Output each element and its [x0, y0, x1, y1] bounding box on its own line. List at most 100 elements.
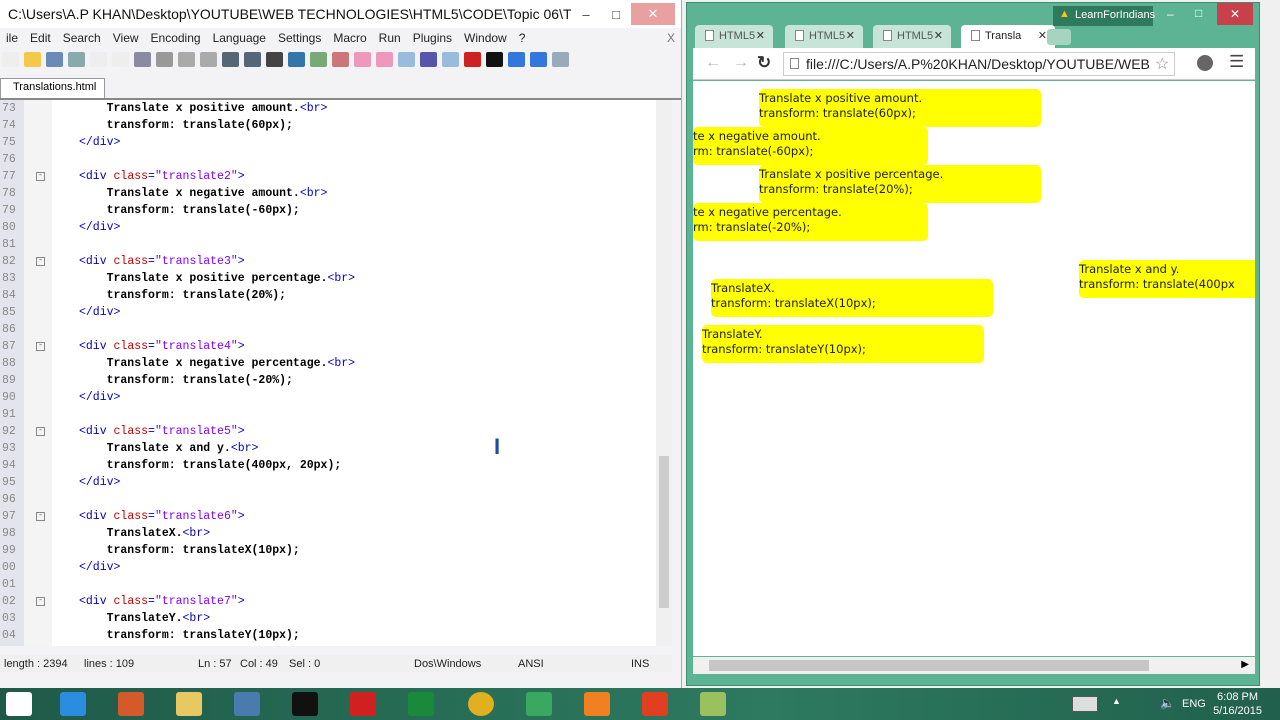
chrome-icon[interactable]	[468, 692, 494, 716]
close-tab-icon[interactable]: ✕	[1038, 29, 1047, 42]
code-line[interactable]: 97 - <div class="translate6">	[0, 508, 650, 525]
fold-toggle-icon[interactable]: -	[36, 597, 45, 606]
menu-ile[interactable]: ile	[0, 31, 24, 45]
toolbar-button-icon[interactable]	[200, 51, 217, 67]
code-line[interactable]: 84 transform: translate(20%);	[0, 287, 650, 304]
code-line[interactable]: 92 - <div class="translate5">	[0, 423, 650, 440]
horizontal-scrollbar[interactable]: ▶	[693, 657, 1255, 674]
toolbar-button-icon[interactable]	[398, 51, 415, 67]
menu-icon[interactable]: ☰	[1229, 52, 1244, 72]
toolbar-button-icon[interactable]	[46, 51, 63, 67]
toolbar-button-icon[interactable]	[552, 51, 569, 67]
app-icon[interactable]	[642, 692, 668, 716]
toolbar-button-icon[interactable]	[112, 51, 129, 67]
code-line[interactable]: 03 TranslateY.<br>	[0, 610, 650, 627]
code-line[interactable]: 79 transform: translate(-60px);	[0, 202, 650, 219]
code-line[interactable]: 73 Translate x positive amount.<br>	[0, 100, 650, 117]
code-line[interactable]: 80 </div>	[0, 219, 650, 236]
menu-run[interactable]: Run	[373, 31, 407, 45]
store-icon[interactable]	[408, 692, 434, 716]
address-bar[interactable]: file:///C:/Users/A.P%20KHAN/Desktop/YOUT…	[783, 52, 1175, 76]
toolbar-button-icon[interactable]	[68, 51, 85, 67]
toolbar-button-icon[interactable]	[354, 51, 371, 67]
menu-search[interactable]: Search	[57, 31, 107, 45]
maximize-button[interactable]: □	[1195, 6, 1202, 20]
language-indicator[interactable]: ENG	[1182, 698, 1206, 710]
menu-language[interactable]: Language	[207, 31, 272, 45]
minimize-button[interactable]: –	[571, 7, 601, 22]
menu-plugins[interactable]: Plugins	[407, 31, 458, 45]
code-line[interactable]: 94 transform: translate(400px, 20px);	[0, 457, 650, 474]
forward-icon[interactable]: →	[733, 54, 749, 72]
code-line[interactable]: 04 transform: translateY(10px);	[0, 627, 650, 644]
clock[interactable]: 6:08 PM 5/16/2015	[1213, 690, 1262, 718]
code-line[interactable]: 99 transform: translateX(10px);	[0, 542, 650, 559]
fold-toggle-icon[interactable]: -	[36, 342, 45, 351]
toolbar-button-icon[interactable]	[530, 51, 547, 67]
code-line[interactable]: 96	[0, 491, 650, 508]
scroll-right-icon[interactable]: ▶	[1241, 659, 1249, 670]
maximize-button[interactable]: □	[601, 7, 631, 22]
menu-encoding[interactable]: Encoding	[145, 31, 207, 45]
code-line[interactable]: 00 </div>	[0, 559, 650, 576]
browser-tab[interactable]: HTML5 ✕	[785, 25, 863, 48]
close-tab-icon[interactable]: ✕	[846, 29, 855, 42]
scrollbar-thumb[interactable]	[709, 660, 1149, 671]
code-line[interactable]: 78 Translate x negative amount.<br>	[0, 185, 650, 202]
start-icon[interactable]	[6, 692, 32, 716]
bookmark-star-icon[interactable]: ☆	[1155, 54, 1169, 74]
code-line[interactable]: 75 </div>	[0, 134, 650, 151]
browser-tab[interactable]: HTML5 ✕	[695, 25, 773, 48]
back-icon[interactable]: ←	[705, 54, 721, 72]
code-line[interactable]: 81	[0, 236, 650, 253]
toolbar-button-icon[interactable]	[464, 51, 481, 67]
code-line[interactable]: 02 - <div class="translate7">	[0, 593, 650, 610]
internet-explorer-icon[interactable]	[60, 692, 86, 716]
menu-window[interactable]: Window	[458, 31, 513, 45]
app-icon[interactable]	[350, 692, 376, 716]
volume-icon[interactable]: 🔈	[1160, 696, 1175, 710]
menu-macro[interactable]: Macro	[327, 31, 372, 45]
fold-toggle-icon[interactable]: -	[36, 257, 45, 266]
menu-help[interactable]: ?	[513, 31, 532, 45]
code-line[interactable]: 83 Translate x positive percentage.<br>	[0, 270, 650, 287]
toolbar-button-icon[interactable]	[486, 51, 503, 67]
code-line[interactable]: 89 transform: translate(-20%);	[0, 372, 650, 389]
close-tab-icon[interactable]: ✕	[756, 29, 765, 42]
code-line[interactable]: 98 TranslateX.<br>	[0, 525, 650, 542]
close-document-button[interactable]: X	[661, 31, 681, 45]
toolbar-button-icon[interactable]	[288, 51, 305, 67]
app-icon[interactable]	[292, 692, 318, 716]
toolbar-button-icon[interactable]	[222, 51, 239, 67]
toolbar-button-icon[interactable]	[376, 51, 393, 67]
scrollbar-thumb[interactable]	[659, 456, 669, 608]
toolbar-button-icon[interactable]	[156, 51, 173, 67]
toolbar-button-icon[interactable]	[420, 51, 437, 67]
vertical-scrollbar[interactable]	[656, 100, 672, 646]
code-line[interactable]: 86	[0, 321, 650, 338]
code-line[interactable]: 82 - <div class="translate3">	[0, 253, 650, 270]
toolbar-button-icon[interactable]	[134, 51, 151, 67]
fold-toggle-icon[interactable]: -	[36, 512, 45, 521]
notepad-plus-plus-icon[interactable]	[700, 692, 726, 716]
extension-icon[interactable]	[1197, 55, 1213, 71]
menu-view[interactable]: View	[107, 31, 145, 45]
toolbar-button-icon[interactable]	[332, 51, 349, 67]
toolbar-button-icon[interactable]	[310, 51, 327, 67]
file-explorer-icon[interactable]	[176, 692, 202, 716]
code-line[interactable]: 88 Translate x negative percentage.<br>	[0, 355, 650, 372]
toolbar-button-icon[interactable]	[244, 51, 261, 67]
code-line[interactable]: 95 </div>	[0, 474, 650, 491]
new-tab-button[interactable]	[1047, 29, 1071, 45]
toolbar-button-icon[interactable]	[442, 51, 459, 67]
vlc-icon[interactable]	[584, 692, 610, 716]
toolbar-button-icon[interactable]	[266, 51, 283, 67]
show-hidden-icons[interactable]: ▲	[1112, 696, 1121, 706]
keyboard-icon[interactable]	[1072, 696, 1098, 712]
profile-badge[interactable]: ▲ LearnForIndians	[1053, 6, 1155, 26]
reload-icon[interactable]: ↻	[757, 53, 771, 73]
toolbar-button-icon[interactable]	[90, 51, 107, 67]
media-player-icon[interactable]	[234, 692, 260, 716]
browser-tab[interactable]: HTML5 ✕	[873, 25, 951, 48]
fold-toggle-icon[interactable]: -	[36, 427, 45, 436]
